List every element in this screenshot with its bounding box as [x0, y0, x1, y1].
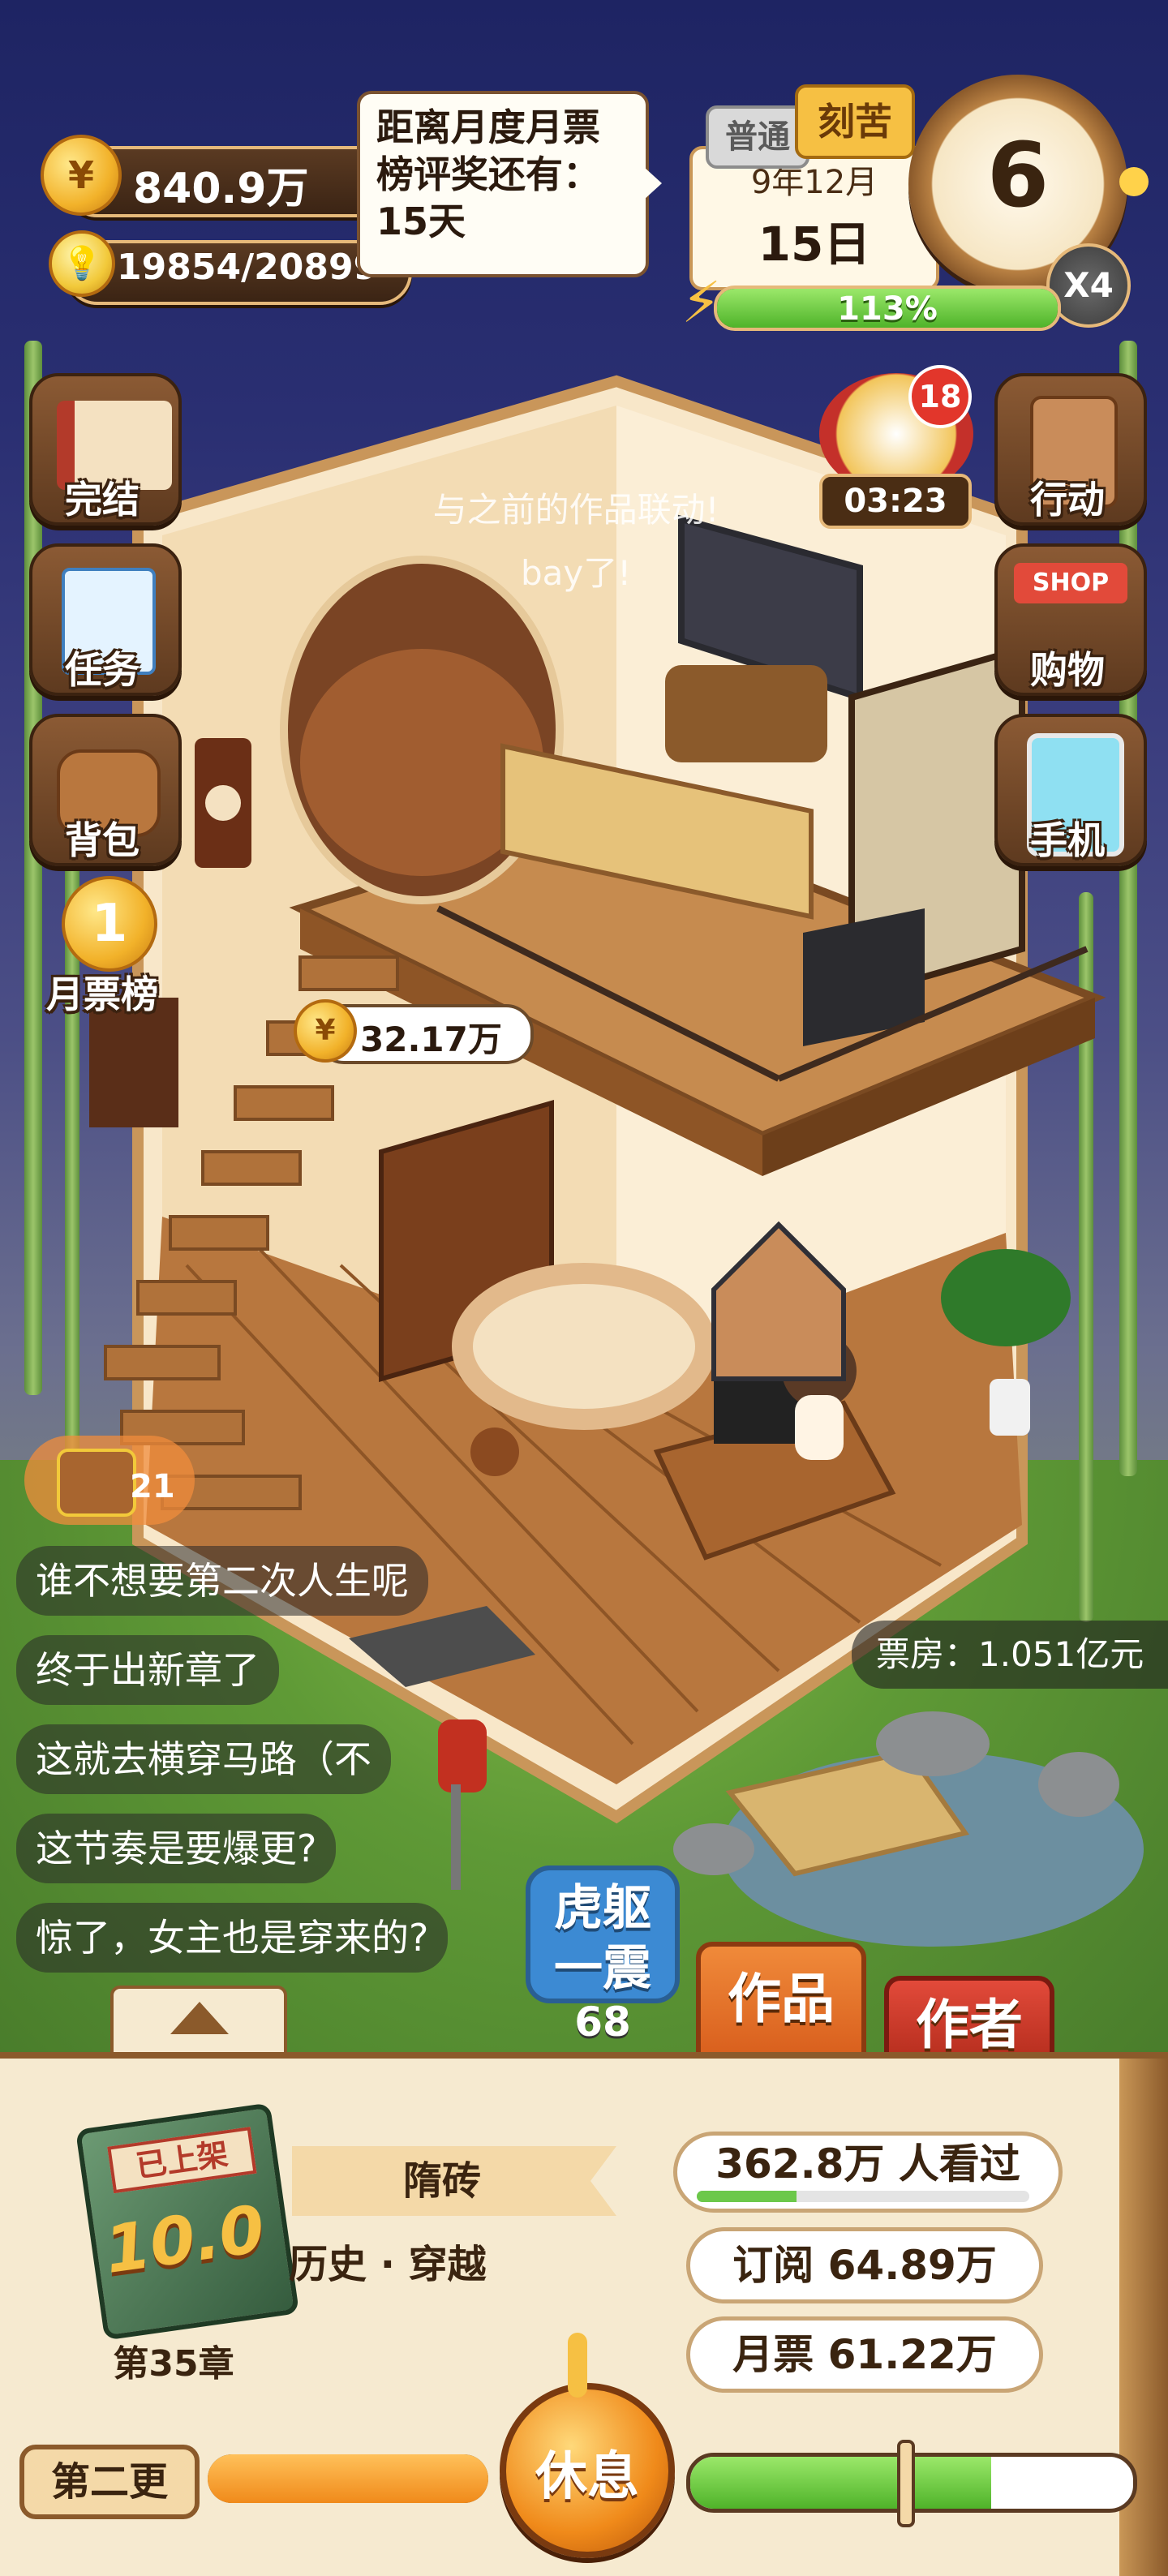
mode-tab-hard[interactable]: 刻苦: [795, 84, 915, 159]
menu-label-shop: 购物: [1030, 648, 1105, 692]
treasure-chest-button[interactable]: 21: [24, 1436, 195, 1525]
views-text: 362.8万 人看过: [715, 2140, 1020, 2187]
clock-value: 6: [986, 123, 1050, 227]
book-genre: 历史 · 穿越: [289, 2242, 487, 2287]
coin-icon: ¥: [41, 135, 122, 216]
book-rating: 10.0: [100, 2191, 269, 2288]
reader-comment: 这节奏是要爆更?: [16, 1814, 337, 1883]
lightning-plus-icon[interactable]: ⚡: [681, 269, 738, 342]
collapse-comments-button[interactable]: [110, 1986, 287, 2057]
chevron-up-icon: [170, 2002, 229, 2034]
calendar-day: 15日: [758, 217, 871, 272]
sun-icon: [1119, 167, 1149, 196]
floating-event-text: 与之前的作品联动! bay了!: [432, 490, 719, 593]
monthly-tickets-stat: 月票 61.22万: [686, 2316, 1043, 2393]
lightbulb-icon: 💡: [49, 230, 115, 297]
timer-badge: 18: [908, 365, 972, 428]
energy-amount: 19854/20899: [117, 247, 379, 288]
book-title-banner: 隋砖: [292, 2146, 616, 2216]
menu-label-phone: 手机: [1030, 818, 1105, 862]
skill-count: 68: [574, 1999, 631, 2046]
reader-comment: 惊了，女主也是穿来的?: [16, 1903, 449, 1973]
views-bar: [697, 2191, 1029, 2202]
reader-comment: 谁不想要第二次人生呢: [16, 1546, 428, 1616]
book-chapter: 第35章: [113, 2343, 234, 2385]
shop-sign: SHOP: [1014, 563, 1127, 603]
views-stat: 362.8万 人看过: [673, 2132, 1063, 2213]
mode-tab-normal[interactable]: 普通: [706, 105, 809, 169]
menu-label-finish: 完结: [65, 478, 140, 522]
timer-value: 03:23: [819, 474, 972, 529]
reader-comment: 终于出新章了: [16, 1635, 279, 1705]
menu-label-tasks: 任务: [65, 648, 140, 692]
chest-count: 21: [130, 1468, 175, 1505]
update-label: 第二更: [19, 2445, 200, 2519]
update-progress-fill: [208, 2454, 488, 2503]
book-status-badge: 已上架: [107, 2127, 257, 2194]
ticket-coin-icon: 1: [62, 876, 157, 972]
coin-bubble-icon: ¥: [294, 999, 357, 1063]
effort-progress-fill: [690, 2457, 992, 2509]
coin-amount: 840.9万: [133, 165, 309, 213]
rest-button-label: 休息: [535, 2447, 639, 2507]
update-progress-bar: [208, 2454, 488, 2503]
rest-button[interactable]: 休息: [500, 2383, 675, 2558]
treasure-chest-icon: [57, 1449, 136, 1517]
menu-label-backpack: 背包: [65, 818, 140, 862]
effort-marker: [897, 2440, 915, 2527]
monthly-ticket-tooltip: 距离月度月票榜评奖还有：15天: [357, 91, 662, 277]
subscriptions-stat: 订阅 64.89万: [686, 2227, 1043, 2303]
stamina-bar: 113%: [714, 286, 1061, 331]
coin-bubble-amount: 32.17万: [360, 1020, 502, 1059]
box-office-label: 票房：1.051亿元: [852, 1621, 1168, 1689]
book-title: 隋砖: [402, 2158, 481, 2204]
views-bar-fill: [697, 2191, 797, 2202]
menu-label-ticket-rank: 月票榜: [46, 972, 158, 1016]
stamina-percent: 113%: [837, 290, 938, 328]
book-info-panel: 已上架 10.0 第35章 隋砖 历史 · 穿越 362.8万 人看过 订阅 6…: [0, 2052, 1168, 2576]
pointer-icon: [568, 2333, 587, 2398]
reader-comment: 这就去横穿马路（不: [16, 1724, 391, 1794]
menu-label-action: 行动: [1030, 478, 1105, 522]
skill-button[interactable]: 虎躯一震: [526, 1865, 680, 2003]
book-cover[interactable]: 已上架 10.0: [75, 2102, 300, 2341]
